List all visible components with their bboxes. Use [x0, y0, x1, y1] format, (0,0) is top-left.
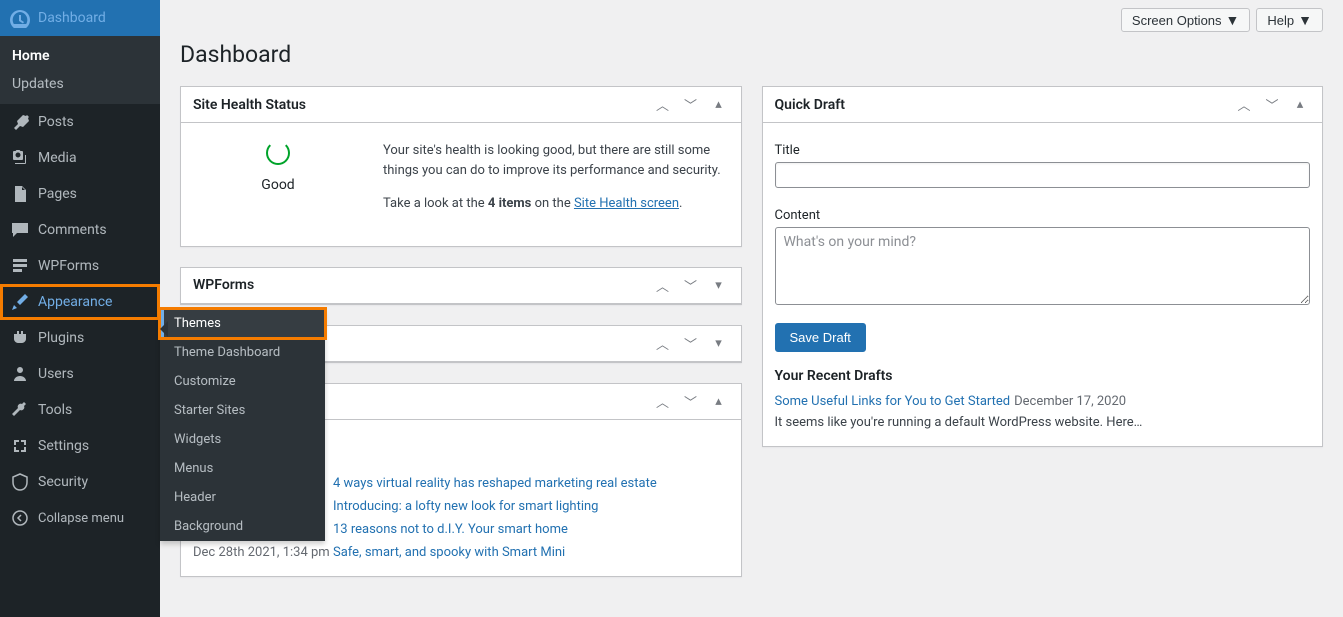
sidebar-item-posts[interactable]: Posts [0, 104, 160, 140]
health-status: Good [193, 177, 363, 193]
flyout-theme-dashboard[interactable]: Theme Dashboard [160, 338, 325, 367]
appearance-flyout: Themes Theme Dashboard Customize Starter… [160, 309, 325, 541]
pin-icon [10, 112, 30, 132]
health-desc: Your site's health is looking good, but … [383, 141, 729, 180]
sidebar-item-plugins[interactable]: Plugins [0, 320, 160, 356]
collapse-menu[interactable]: Collapse menu [0, 500, 160, 536]
sidebar-item-comments[interactable]: Comments [0, 212, 160, 248]
post-link[interactable]: 4 ways virtual reality has reshaped mark… [333, 476, 657, 491]
collapse-icon [10, 508, 30, 528]
form-icon [10, 256, 30, 276]
page-icon [10, 184, 30, 204]
draft-excerpt: It seems like you're running a default W… [775, 413, 1311, 434]
toggle-icon[interactable]: ▾ [709, 333, 729, 353]
move-up-icon[interactable]: ︿ [653, 95, 673, 115]
save-draft-button[interactable]: Save Draft [775, 323, 866, 352]
move-down-icon[interactable]: ﹀ [1262, 95, 1282, 115]
quick-draft-widget: Quick Draft ︿ ﹀ ▴ Title Content Save Dra… [762, 86, 1324, 447]
collapse-label: Collapse menu [38, 511, 124, 526]
sidebar-label: Appearance [38, 294, 112, 310]
move-down-icon[interactable]: ﹀ [681, 95, 701, 115]
recent-drafts-title: Your Recent Drafts [775, 368, 1311, 384]
dashboard-submenu: Home Updates [0, 36, 160, 104]
screen-options-button[interactable]: Screen Options ▼ [1121, 8, 1250, 32]
toggle-icon[interactable]: ▴ [709, 391, 729, 411]
widget-title: Quick Draft [775, 97, 845, 113]
sidebar-item-security[interactable]: Security [0, 464, 160, 500]
move-down-icon[interactable]: ﹀ [681, 391, 701, 411]
sidebar-label: Dashboard [38, 10, 106, 26]
media-icon [10, 148, 30, 168]
sidebar-item-appearance[interactable]: Appearance [0, 284, 160, 320]
health-spinner-icon [266, 141, 290, 165]
comment-icon [10, 220, 30, 240]
sidebar-label: Pages [38, 186, 77, 202]
move-up-icon[interactable]: ︿ [653, 391, 673, 411]
sidebar-label: Tools [38, 402, 72, 418]
sidebar-item-wpforms[interactable]: WPForms [0, 248, 160, 284]
submenu-home[interactable]: Home [0, 42, 160, 70]
sidebar-item-pages[interactable]: Pages [0, 176, 160, 212]
main-content: Screen Options ▼ Help ▼ Dashboard Site H… [160, 0, 1343, 617]
site-health-link[interactable]: Site Health screen [574, 196, 679, 211]
post-item: Dec 28th 2021, 1:34 pmSafe, smart, and s… [193, 541, 729, 564]
post-link[interactable]: Introducing: a lofty new look for smart … [333, 499, 598, 514]
user-icon [10, 364, 30, 384]
site-health-widget: Site Health Status ︿ ﹀ ▴ Good [180, 86, 742, 247]
toggle-icon[interactable]: ▾ [709, 275, 729, 295]
widget-title: Site Health Status [193, 97, 306, 113]
draft-link[interactable]: Some Useful Links for You to Get Started [775, 394, 1011, 409]
brush-icon [10, 292, 30, 312]
sidebar-label: Media [38, 150, 77, 166]
chevron-down-icon: ▼ [1226, 12, 1240, 28]
sidebar-item-settings[interactable]: Settings [0, 428, 160, 464]
flyout-themes[interactable]: Themes [160, 309, 325, 338]
sidebar-item-tools[interactable]: Tools [0, 392, 160, 428]
draft-item: Some Useful Links for You to Get Started… [775, 392, 1311, 434]
sidebar-label: Plugins [38, 330, 84, 346]
content-label: Content [775, 200, 1311, 223]
page-title: Dashboard [180, 32, 1323, 72]
toggle-icon[interactable]: ▴ [709, 95, 729, 115]
submenu-updates[interactable]: Updates [0, 70, 160, 98]
post-link[interactable]: 13 reasons not to d.I.Y. Your smart home [333, 522, 568, 537]
sidebar-label: Users [38, 366, 74, 382]
settings-icon [10, 436, 30, 456]
plugin-icon [10, 328, 30, 348]
sidebar-label: Posts [38, 114, 74, 130]
toggle-icon[interactable]: ▴ [1290, 95, 1310, 115]
draft-title-input[interactable] [775, 162, 1311, 188]
flyout-menus[interactable]: Menus [160, 454, 325, 483]
sidebar-item-users[interactable]: Users [0, 356, 160, 392]
sidebar-item-dashboard[interactable]: Dashboard [0, 0, 160, 36]
flyout-widgets[interactable]: Widgets [160, 425, 325, 454]
sidebar-label: WPForms [38, 258, 99, 274]
move-down-icon[interactable]: ﹀ [681, 333, 701, 353]
chevron-down-icon: ▼ [1298, 12, 1312, 28]
move-up-icon[interactable]: ︿ [1234, 95, 1254, 115]
help-button[interactable]: Help ▼ [1256, 8, 1323, 32]
flyout-background[interactable]: Background [160, 512, 325, 541]
wrench-icon [10, 400, 30, 420]
shield-icon [10, 472, 30, 492]
sidebar-label: Comments [38, 222, 107, 238]
title-label: Title [775, 135, 1311, 158]
sidebar-label: Settings [38, 438, 89, 454]
health-cta: Take a look at the 4 items on the Site H… [383, 194, 729, 214]
flyout-starter-sites[interactable]: Starter Sites [160, 396, 325, 425]
widget-title: WPForms [193, 277, 254, 293]
post-link[interactable]: Safe, smart, and spooky with Smart Mini [333, 545, 565, 560]
admin-sidebar: Dashboard Home Updates Posts Media Pages… [0, 0, 160, 617]
move-up-icon[interactable]: ︿ [653, 333, 673, 353]
dashboard-icon [10, 8, 30, 28]
draft-content-input[interactable] [775, 227, 1311, 305]
sidebar-label: Security [38, 474, 88, 490]
move-up-icon[interactable]: ︿ [653, 275, 673, 295]
flyout-customize[interactable]: Customize [160, 367, 325, 396]
wpforms-widget: WPForms ︿ ﹀ ▾ [180, 267, 742, 305]
flyout-header[interactable]: Header [160, 483, 325, 512]
move-down-icon[interactable]: ﹀ [681, 275, 701, 295]
sidebar-item-media[interactable]: Media [0, 140, 160, 176]
